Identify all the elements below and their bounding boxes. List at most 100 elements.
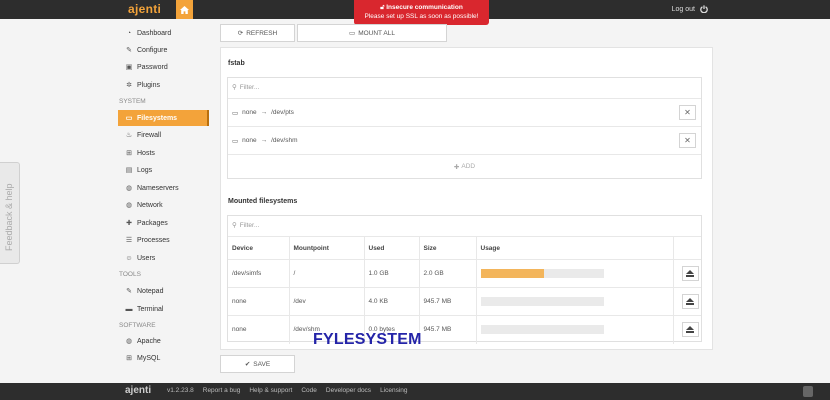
mount-all-label: MOUNT ALL	[358, 29, 395, 37]
sidebar-item-users[interactable]: ☺ Users	[118, 250, 209, 266]
fstab-box: ⚲ Filter... ▭ none → /dev/pts ✕ ▭ none →…	[227, 77, 702, 179]
alert-title: Insecure communication	[386, 4, 463, 11]
brand-logo[interactable]: ajenti	[128, 2, 161, 16]
refresh-button[interactable]: ⟳ REFRESH	[220, 24, 295, 42]
usage-bar	[480, 269, 604, 278]
refresh-icon: ⟳	[237, 30, 244, 37]
fstab-title: fstab	[228, 60, 245, 67]
sidebar-item-filesystems[interactable]: ▭ Filesystems	[118, 110, 209, 126]
edit-icon: ✎	[126, 288, 132, 295]
sitemap-icon: ⊞	[126, 150, 132, 157]
sidebar-item-configure[interactable]: ✎ Configure	[118, 42, 209, 58]
remove-button[interactable]: ✕	[679, 133, 696, 148]
arrow-icon: →	[260, 137, 268, 144]
column-device: Device	[228, 236, 290, 260]
mountpoint-cell: /	[289, 259, 365, 288]
footer-link-help[interactable]: Help & support	[249, 387, 292, 394]
size-cell: 945.7 MB	[419, 287, 477, 316]
sidebar-item-processes[interactable]: ☰ Processes	[118, 232, 209, 248]
column-size: Size	[419, 236, 477, 260]
footer-link-report-bug[interactable]: Report a bug	[203, 387, 241, 394]
add-label: ADD	[461, 163, 476, 170]
sidebar-item-label: Processes	[137, 236, 170, 244]
remove-button[interactable]: ✕	[679, 105, 696, 120]
sidebar-item-label: Plugins	[137, 81, 160, 89]
sidebar-item-apache[interactable]: ◍ Apache	[118, 333, 209, 349]
usage-bar	[480, 325, 604, 335]
sidebar-item-plugins[interactable]: ✲ Plugins	[118, 77, 209, 93]
eject-button[interactable]	[681, 266, 699, 281]
table-row: none /dev/shm 0.0 bytes 945.7 MB	[228, 315, 701, 344]
sidebar: ◔ Dashboard ✎ Configure ▣ Password ✲ Plugins…	[0, 19, 210, 383]
sidebar-item-packages[interactable]: ✚ Packages	[118, 215, 209, 231]
sidebar-item-terminal[interactable]: ▬ Terminal	[118, 301, 209, 317]
sidebar-item-nameservers[interactable]: ◍ Nameservers	[118, 180, 209, 196]
hdd-icon: ▭	[125, 115, 133, 122]
sidebar-item-label: Password	[137, 63, 168, 71]
sidebar-item-label: MySQL	[137, 354, 161, 362]
save-button[interactable]: ✔ SAVE	[220, 355, 295, 373]
eject-button[interactable]	[681, 322, 699, 338]
column-usage: Usage	[476, 236, 674, 260]
device-cell: none	[228, 287, 290, 316]
device-cell: none	[228, 315, 290, 344]
home-button[interactable]	[176, 0, 193, 19]
filesystems-panel: fstab ⚲ Filter... ▭ none → /dev/pts ✕ ▭ …	[220, 47, 713, 350]
sidebar-item-dashboard[interactable]: ◔ Dashboard	[118, 25, 209, 41]
overlay-caption: FYLESYSTEM	[313, 331, 422, 348]
footer-link-licensing[interactable]: Licensing	[380, 387, 407, 394]
scroll-top-icon[interactable]	[803, 386, 813, 397]
table-row: /dev/simfs / 1.0 GB 2.0 GB	[228, 259, 701, 288]
eject-button[interactable]	[681, 294, 699, 309]
sidebar-item-label: Terminal	[137, 305, 164, 313]
footer-links: v1.2.23.8 Report a bug Help & support Co…	[167, 387, 408, 394]
fstab-row[interactable]: ▭ none → /dev/pts ✕	[228, 98, 701, 126]
sidebar-item-firewall[interactable]: ♨ Firewall	[118, 127, 209, 143]
sidebar-item-network[interactable]: ◍ Network	[118, 197, 209, 213]
sidebar-item-label: Packages	[137, 219, 168, 227]
fstab-source: none	[242, 137, 257, 144]
sidebar-item-mysql[interactable]: ⊞ MySQL	[118, 350, 209, 366]
feedback-tab[interactable]: Feedback & help	[0, 162, 20, 264]
mounted-filter-placeholder: Filter...	[239, 221, 260, 229]
mounted-filter[interactable]: ⚲ Filter...	[228, 216, 701, 234]
eject-icon	[686, 270, 694, 277]
lock-icon: ▣	[125, 64, 133, 71]
sidebar-item-label: Apache	[137, 337, 161, 345]
footer-link-developer-docs[interactable]: Developer docs	[326, 387, 371, 394]
sidebar-item-label: Dashboard	[137, 29, 172, 37]
mount-all-button[interactable]: ▭ MOUNT ALL	[297, 24, 447, 42]
sidebar-item-label: Hosts	[137, 149, 155, 157]
check-icon: ✔	[244, 361, 251, 368]
sidebar-item-hosts[interactable]: ⊞ Hosts	[118, 145, 209, 161]
feedback-label: Feedback & help	[4, 183, 14, 251]
size-cell: 945.7 MB	[419, 315, 477, 344]
fstab-row[interactable]: ▭ none → /dev/shm ✕	[228, 126, 701, 154]
used-cell: 1.0 GB	[364, 259, 420, 288]
fstab-filter[interactable]: ⚲ Filter...	[228, 78, 701, 96]
table-row: none /dev 4.0 KB 945.7 MB	[228, 287, 701, 316]
dashboard-icon: ◔	[126, 29, 132, 37]
eject-icon	[686, 298, 694, 305]
sidebar-item-label: Users	[137, 254, 156, 262]
plus-icon: ✚	[453, 163, 460, 171]
logout-button[interactable]: Log out	[672, 5, 708, 13]
file-icon: ▤	[125, 167, 133, 174]
table-icon: ⊞	[126, 355, 132, 362]
sidebar-item-logs[interactable]: ▤ Logs	[118, 162, 209, 178]
footer-link-code[interactable]: Code	[301, 387, 317, 394]
add-button[interactable]: ✚ ADD	[228, 154, 701, 178]
section-tools: TOOLS	[119, 271, 141, 278]
sidebar-item-notepad[interactable]: ✎ Notepad	[118, 283, 209, 299]
fstab-target: /dev/pts	[271, 109, 294, 116]
mounted-title: Mounted filesystems	[228, 198, 298, 205]
sidebar-item-label: Notepad	[137, 287, 164, 295]
sidebar-item-password[interactable]: ▣ Password	[118, 59, 209, 75]
mounted-table: Device Mountpoint Used Size Usage /dev/s…	[228, 236, 701, 344]
gift-icon: ✚	[126, 220, 132, 227]
power-icon	[700, 5, 708, 13]
mounted-box: ⚲ Filter... Device Mountpoint Used Size …	[227, 215, 702, 344]
usage-cell	[476, 259, 674, 288]
hdd-icon: ▭	[232, 137, 239, 145]
wrench-icon: ✎	[126, 47, 132, 54]
